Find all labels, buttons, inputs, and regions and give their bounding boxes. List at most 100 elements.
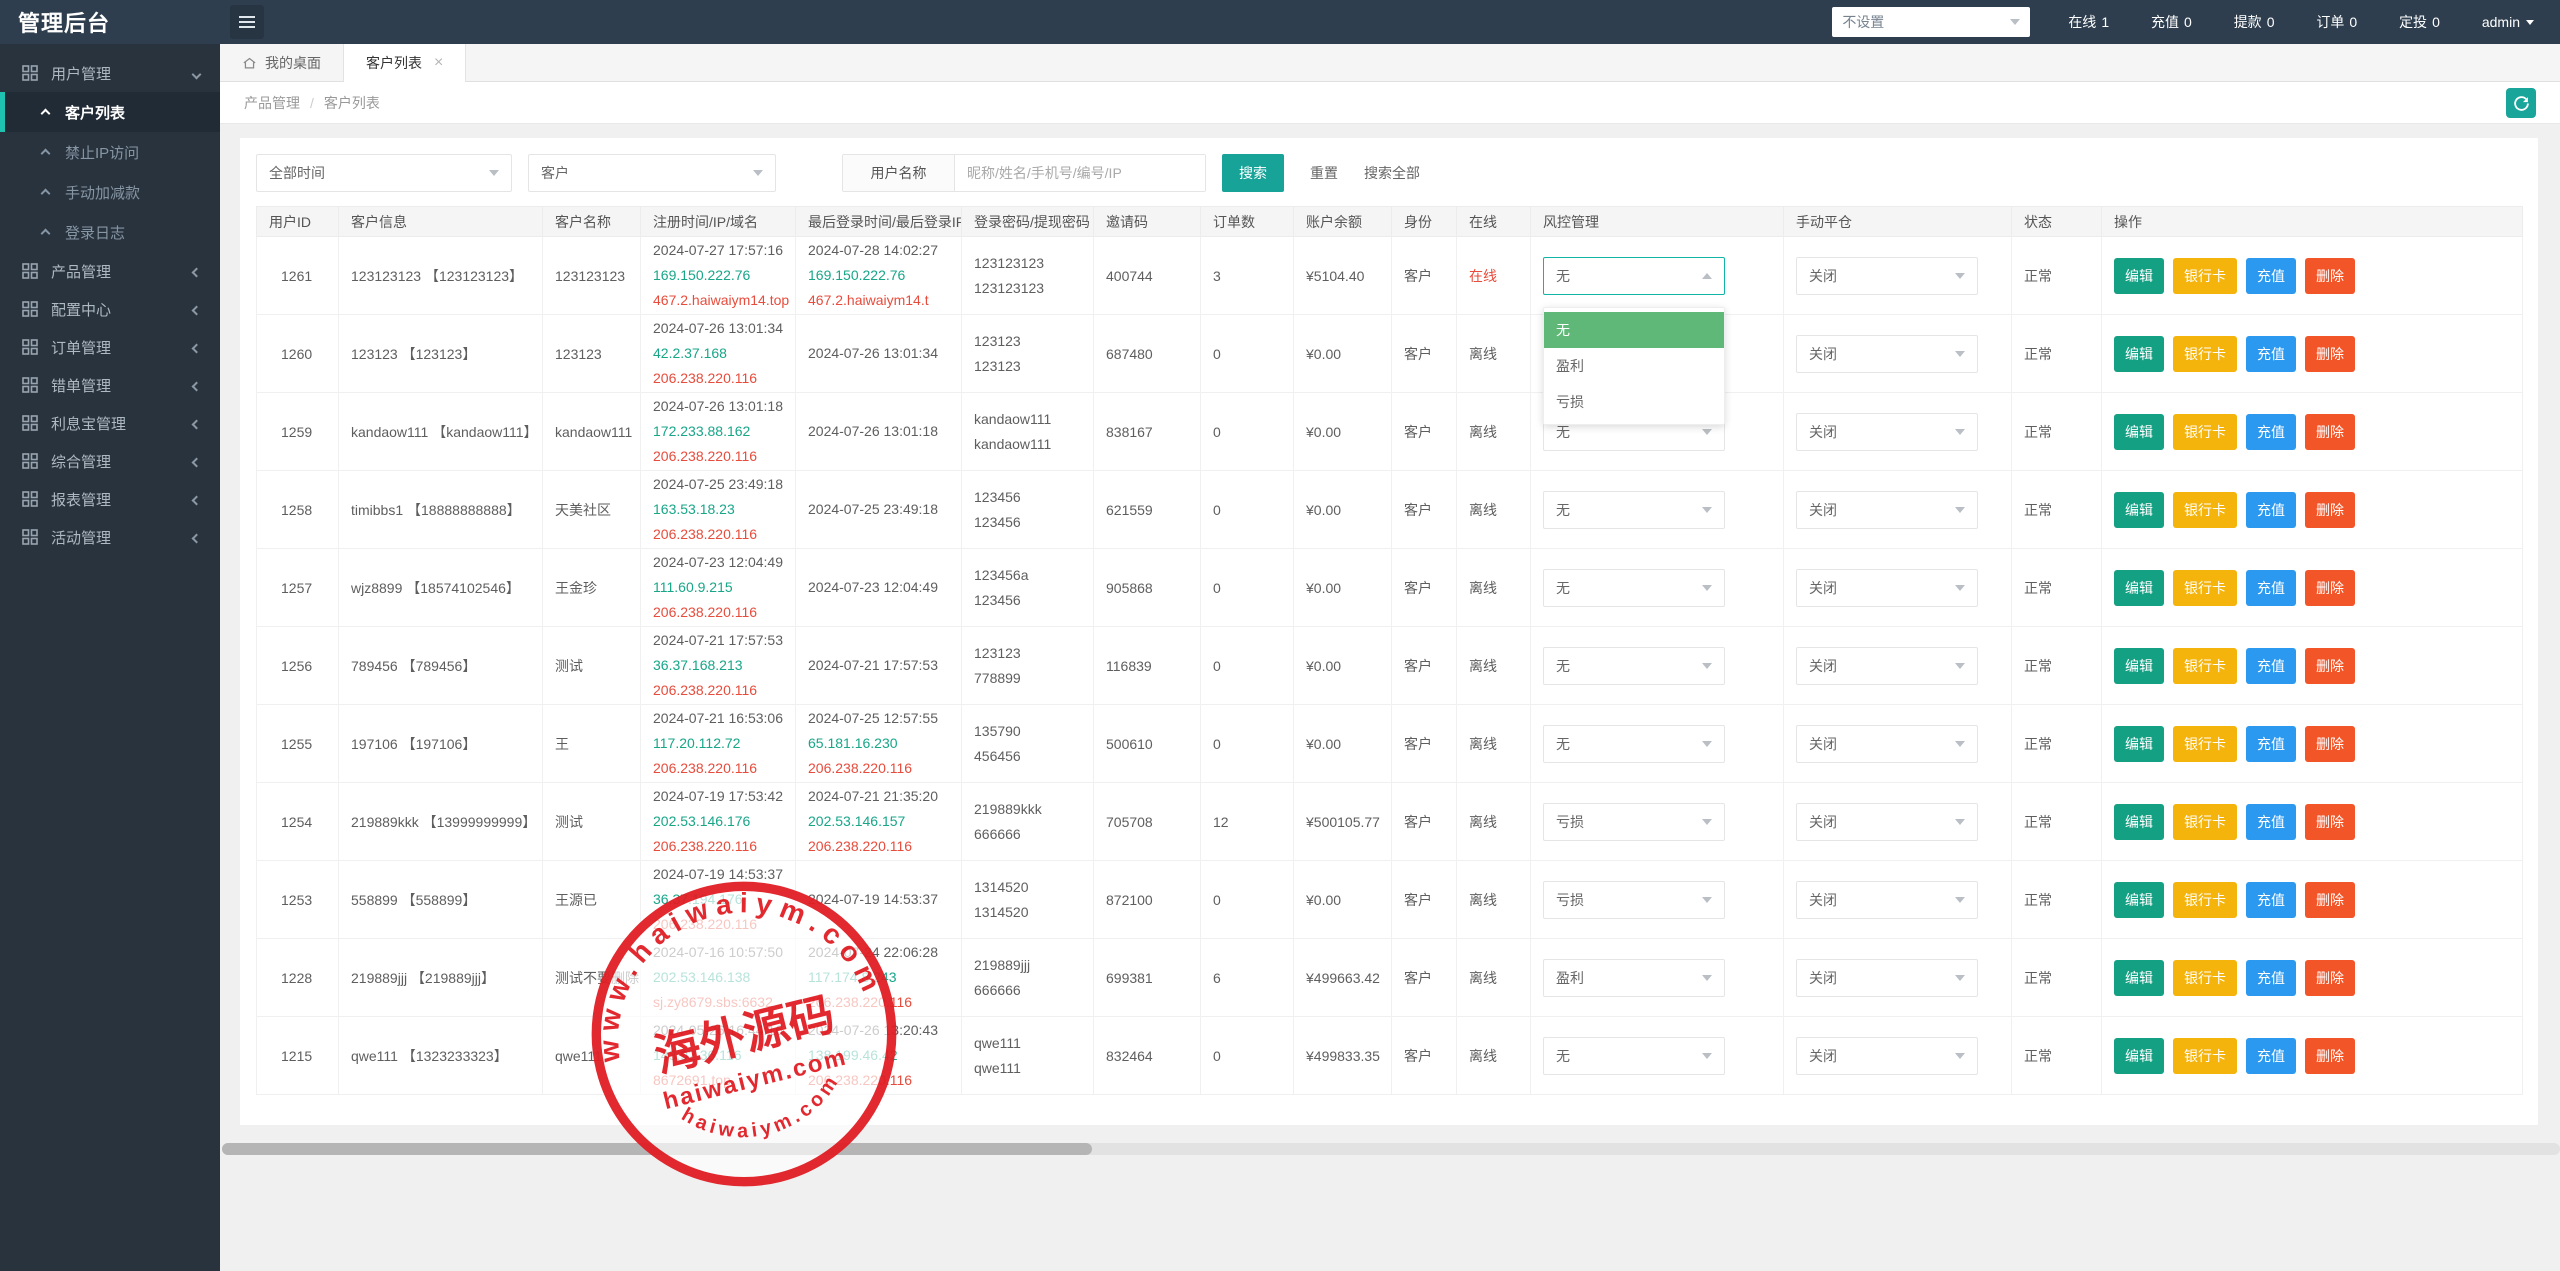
search-button[interactable]: 搜索 bbox=[1222, 154, 1284, 192]
risk-select[interactable]: 无 bbox=[1543, 725, 1725, 763]
sidebar-section[interactable]: 活动管理 bbox=[0, 518, 220, 556]
manual-close-select[interactable]: 关闭 bbox=[1796, 1037, 1978, 1075]
delete-button[interactable]: 删除 bbox=[2305, 960, 2355, 996]
edit-button[interactable]: 编辑 bbox=[2114, 414, 2164, 450]
edit-button[interactable]: 编辑 bbox=[2114, 648, 2164, 684]
risk-select[interactable]: 无 bbox=[1543, 647, 1725, 685]
header-stat[interactable]: 提款0 bbox=[2234, 14, 2279, 30]
username-search-input[interactable] bbox=[955, 155, 1205, 191]
manual-close-select[interactable]: 关闭 bbox=[1796, 647, 1978, 685]
manual-close-select[interactable]: 关闭 bbox=[1796, 803, 1978, 841]
risk-select[interactable]: 亏损 bbox=[1543, 803, 1725, 841]
dropdown-option[interactable]: 盈利 bbox=[1544, 348, 1724, 384]
time-filter-select[interactable]: 全部时间 bbox=[256, 154, 512, 192]
admin-user-menu[interactable]: admin bbox=[2482, 14, 2534, 30]
recharge-button[interactable]: 充值 bbox=[2246, 726, 2296, 762]
sidebar-section[interactable]: 用户管理 bbox=[0, 54, 220, 92]
edit-button[interactable]: 编辑 bbox=[2114, 804, 2164, 840]
bankcard-button[interactable]: 银行卡 bbox=[2173, 570, 2237, 606]
bankcard-button[interactable]: 银行卡 bbox=[2173, 960, 2237, 996]
manual-close-select[interactable]: 关闭 bbox=[1796, 257, 1978, 295]
recharge-button[interactable]: 充值 bbox=[2246, 648, 2296, 684]
risk-select[interactable]: 无 bbox=[1543, 1037, 1725, 1075]
delete-button[interactable]: 删除 bbox=[2305, 258, 2355, 294]
sidebar-section[interactable]: 综合管理 bbox=[0, 442, 220, 480]
header-stat[interactable]: 在线1 bbox=[2068, 14, 2113, 30]
edit-button[interactable]: 编辑 bbox=[2114, 960, 2164, 996]
manual-close-select[interactable]: 关闭 bbox=[1796, 413, 1978, 451]
edit-button[interactable]: 编辑 bbox=[2114, 882, 2164, 918]
hamburger-menu-icon[interactable] bbox=[230, 5, 264, 39]
recharge-button[interactable]: 充值 bbox=[2246, 258, 2296, 294]
sidebar-section[interactable]: 订单管理 bbox=[0, 328, 220, 366]
sidebar-subitem[interactable]: 手动加减款 bbox=[0, 172, 220, 212]
sidebar-subitem[interactable]: 禁止IP访问 bbox=[0, 132, 220, 172]
tab-desktop[interactable]: 我的桌面 bbox=[220, 44, 344, 82]
manual-close-select[interactable]: 关闭 bbox=[1796, 959, 1978, 997]
risk-select[interactable]: 无 bbox=[1543, 491, 1725, 529]
recharge-button[interactable]: 充值 bbox=[2246, 336, 2296, 372]
edit-button[interactable]: 编辑 bbox=[2114, 258, 2164, 294]
manual-close-select[interactable]: 关闭 bbox=[1796, 335, 1978, 373]
breadcrumb-item[interactable]: 产品管理 bbox=[244, 93, 300, 113]
delete-button[interactable]: 删除 bbox=[2305, 414, 2355, 450]
bankcard-button[interactable]: 银行卡 bbox=[2173, 882, 2237, 918]
delete-button[interactable]: 删除 bbox=[2305, 726, 2355, 762]
header-stat[interactable]: 充值0 bbox=[2151, 14, 2196, 30]
delete-button[interactable]: 删除 bbox=[2305, 336, 2355, 372]
manual-close-select[interactable]: 关闭 bbox=[1796, 881, 1978, 919]
bankcard-button[interactable]: 银行卡 bbox=[2173, 804, 2237, 840]
dropdown-option[interactable]: 亏损 bbox=[1544, 384, 1724, 420]
delete-button[interactable]: 删除 bbox=[2305, 804, 2355, 840]
sidebar-section[interactable]: 利息宝管理 bbox=[0, 404, 220, 442]
bankcard-button[interactable]: 银行卡 bbox=[2173, 648, 2237, 684]
recharge-button[interactable]: 充值 bbox=[2246, 804, 2296, 840]
sidebar-section[interactable]: 报表管理 bbox=[0, 480, 220, 518]
delete-button[interactable]: 删除 bbox=[2305, 1038, 2355, 1074]
sidebar-section[interactable]: 配置中心 bbox=[0, 290, 220, 328]
header-stat[interactable]: 定投0 bbox=[2399, 14, 2440, 30]
bankcard-button[interactable]: 银行卡 bbox=[2173, 258, 2237, 294]
search-all-button[interactable]: 搜索全部 bbox=[1364, 163, 1420, 183]
sidebar-subitem[interactable]: 客户列表 bbox=[0, 92, 220, 132]
sidebar-section[interactable]: 产品管理 bbox=[0, 252, 220, 290]
header-stat[interactable]: 订单0 bbox=[2316, 14, 2361, 30]
manual-close-select[interactable]: 关闭 bbox=[1796, 569, 1978, 607]
bankcard-button[interactable]: 银行卡 bbox=[2173, 1038, 2237, 1074]
manual-close-select[interactable]: 关闭 bbox=[1796, 491, 1978, 529]
bankcard-button[interactable]: 银行卡 bbox=[2173, 336, 2237, 372]
delete-button[interactable]: 删除 bbox=[2305, 492, 2355, 528]
sidebar-subitem[interactable]: 登录日志 bbox=[0, 212, 220, 252]
edit-button[interactable]: 编辑 bbox=[2114, 570, 2164, 606]
delete-button[interactable]: 删除 bbox=[2305, 570, 2355, 606]
recharge-button[interactable]: 充值 bbox=[2246, 570, 2296, 606]
risk-select[interactable]: 盈利 bbox=[1543, 959, 1725, 997]
preset-select[interactable]: 不设置 bbox=[1832, 7, 2030, 37]
bankcard-button[interactable]: 银行卡 bbox=[2173, 414, 2237, 450]
bankcard-button[interactable]: 银行卡 bbox=[2173, 726, 2237, 762]
scrollbar-thumb[interactable] bbox=[222, 1143, 1092, 1155]
horizontal-scrollbar[interactable] bbox=[222, 1143, 2560, 1155]
recharge-button[interactable]: 充值 bbox=[2246, 960, 2296, 996]
risk-select[interactable]: 亏损 bbox=[1543, 881, 1725, 919]
recharge-button[interactable]: 充值 bbox=[2246, 414, 2296, 450]
edit-button[interactable]: 编辑 bbox=[2114, 336, 2164, 372]
recharge-button[interactable]: 充值 bbox=[2246, 1038, 2296, 1074]
edit-button[interactable]: 编辑 bbox=[2114, 726, 2164, 762]
delete-button[interactable]: 删除 bbox=[2305, 648, 2355, 684]
tab-customer-list[interactable]: 客户列表 × bbox=[344, 44, 466, 82]
recharge-button[interactable]: 充值 bbox=[2246, 882, 2296, 918]
edit-button[interactable]: 编辑 bbox=[2114, 492, 2164, 528]
risk-select[interactable]: 无 bbox=[1543, 257, 1725, 295]
refresh-button[interactable] bbox=[2506, 88, 2536, 118]
dropdown-option[interactable]: 无 bbox=[1544, 312, 1724, 348]
edit-button[interactable]: 编辑 bbox=[2114, 1038, 2164, 1074]
manual-close-select[interactable]: 关闭 bbox=[1796, 725, 1978, 763]
type-filter-select[interactable]: 客户 bbox=[528, 154, 776, 192]
sidebar-section[interactable]: 错单管理 bbox=[0, 366, 220, 404]
reset-button[interactable]: 重置 bbox=[1310, 163, 1338, 183]
bankcard-button[interactable]: 银行卡 bbox=[2173, 492, 2237, 528]
risk-select[interactable]: 无 bbox=[1543, 569, 1725, 607]
close-icon[interactable]: × bbox=[434, 54, 443, 72]
recharge-button[interactable]: 充值 bbox=[2246, 492, 2296, 528]
